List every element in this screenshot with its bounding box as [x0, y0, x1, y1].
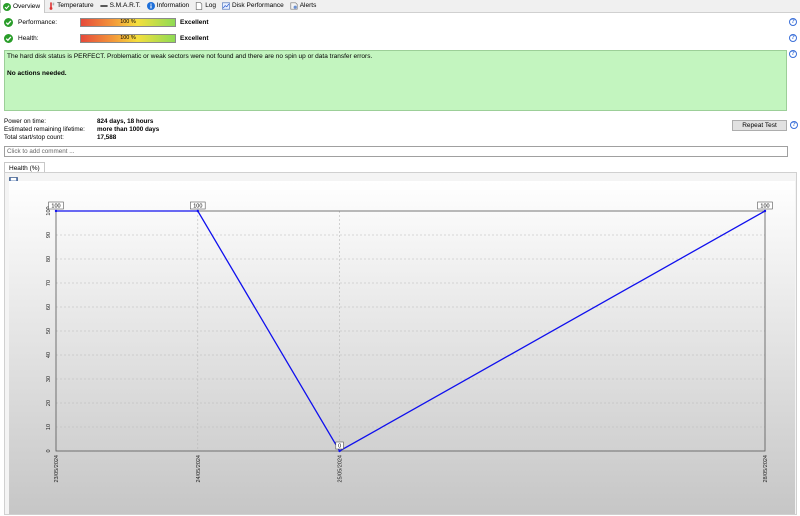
- dash-icon: [99, 2, 108, 10]
- chart-panel: 0 10 20 30 40 50 60 70 80 90 100 23/05/2024 24/05/20…: [4, 172, 797, 515]
- tab-overview-label: Overview: [13, 3, 41, 10]
- data-point: [338, 449, 341, 453]
- data-point: [196, 209, 199, 213]
- data-label: 100: [193, 203, 202, 209]
- power-on-label: Power on time:: [4, 118, 46, 125]
- check-circle-icon: [4, 33, 13, 43]
- performance-bar: 100 %: [80, 17, 176, 27]
- info-icon: [146, 1, 155, 10]
- message-help-icon[interactable]: ?: [789, 50, 797, 58]
- data-label: 0: [338, 443, 341, 449]
- check-circle-icon: [4, 17, 13, 27]
- health-bar: 100 %: [80, 33, 176, 43]
- status-action-text: No actions needed.: [7, 70, 67, 77]
- power-on-value: 824 days, 18 hours: [97, 118, 154, 125]
- chart-background: [9, 181, 795, 514]
- data-point: [54, 209, 58, 213]
- y-tick-label: 90: [46, 232, 52, 238]
- repeat-help-icon[interactable]: ?: [790, 121, 798, 129]
- health-row: Health: 100 % Excellent: [4, 32, 209, 44]
- health-bar-text: 100 %: [120, 35, 136, 41]
- tab-smart-label: S.M.A.R.T.: [109, 2, 141, 9]
- tab-information[interactable]: Information: [145, 0, 194, 12]
- document-icon: [195, 1, 203, 10]
- data-label: 100: [760, 203, 769, 209]
- performance-help-icon[interactable]: ?: [789, 18, 797, 26]
- tab-disk-performance[interactable]: Disk Performance: [220, 0, 288, 12]
- performance-label: Performance:: [18, 18, 58, 26]
- x-tick-label: 24/05/2024: [196, 455, 202, 483]
- tab-strip: Overview Temperature S.M.A.R.T. Informat…: [0, 0, 800, 13]
- thermometer-icon: [47, 1, 55, 10]
- tab-log[interactable]: Log: [193, 0, 220, 12]
- x-tick-label: 28/05/2024: [763, 455, 769, 483]
- health-label: Health:: [18, 34, 39, 42]
- startstop-label: Total start/stop count:: [4, 134, 64, 141]
- tab-alerts-label: Alerts: [299, 2, 317, 9]
- startstop-value: 17,588: [97, 134, 117, 141]
- alerts-icon: [290, 1, 298, 10]
- tab-information-label: Information: [156, 2, 190, 9]
- data-point: [763, 209, 767, 213]
- y-tick-label: 50: [46, 328, 52, 334]
- x-tick-label: 23/05/2024: [54, 455, 60, 483]
- check-circle-icon: [3, 2, 11, 11]
- tab-disk-performance-label: Disk Performance: [232, 2, 284, 9]
- performance-chart-icon: [222, 1, 230, 10]
- y-tick-label: 70: [46, 280, 52, 286]
- tab-smart[interactable]: S.M.A.R.T.: [98, 0, 145, 12]
- tab-temperature-label: Temperature: [57, 2, 94, 9]
- performance-row: Performance: 100 % Excellent: [4, 16, 209, 28]
- status-message-text: The hard disk status is PERFECT. Problem…: [7, 53, 373, 60]
- health-value: Excellent: [180, 34, 209, 42]
- health-line-chart: 0 10 20 30 40 50 60 70 80 90 100 23/05/2024 24/05/20…: [9, 181, 795, 514]
- tab-alerts[interactable]: Alerts: [288, 0, 321, 12]
- y-tick-label: 40: [46, 352, 52, 358]
- y-tick-label: 20: [46, 400, 52, 406]
- tab-log-label: Log: [205, 2, 217, 9]
- tab-overview[interactable]: Overview: [0, 0, 46, 13]
- performance-value: Excellent: [180, 18, 209, 26]
- repeat-test-button[interactable]: Repeat Test: [732, 120, 787, 131]
- y-tick-label: 30: [46, 376, 52, 382]
- disk-info: Power on time: 824 days, 18 hours Estima…: [4, 118, 159, 142]
- lifetime-label: Estimated remaining lifetime:: [4, 126, 85, 133]
- x-tick-label: 25/05/2024: [338, 455, 344, 483]
- health-help-icon[interactable]: ?: [789, 34, 797, 42]
- performance-bar-text: 100 %: [120, 19, 136, 25]
- y-tick-label: 60: [46, 304, 52, 310]
- lifetime-value: more than 1000 days: [97, 126, 160, 133]
- data-label: 100: [51, 203, 60, 209]
- comment-input[interactable]: Click to add comment ...: [4, 146, 788, 157]
- y-tick-label: 10: [46, 424, 52, 430]
- y-tick-label: 80: [46, 256, 52, 262]
- status-message-box: The hard disk status is PERFECT. Problem…: [4, 50, 787, 111]
- y-tick-label: 0: [46, 449, 52, 452]
- tab-temperature[interactable]: Temperature: [45, 0, 98, 12]
